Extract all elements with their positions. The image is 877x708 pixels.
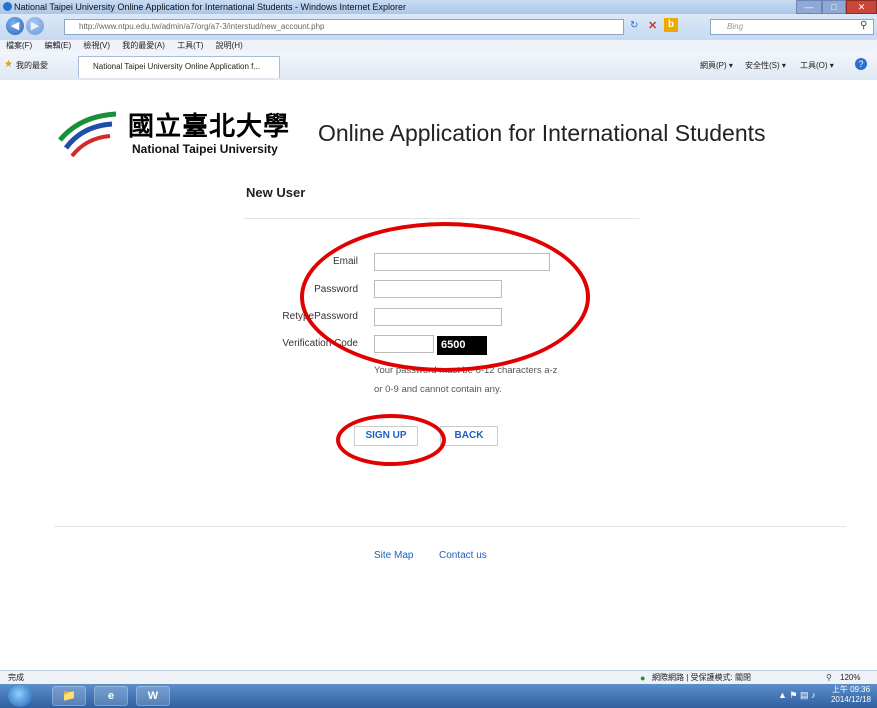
favorites-bar: ★ 我的最愛 National Taipei University Online… — [0, 52, 877, 81]
footer-divider — [54, 526, 846, 527]
internet-explorer-icon[interactable]: e — [94, 686, 128, 706]
clock-time: 上午 09:36 — [831, 685, 871, 694]
bing-logo-icon: b — [664, 18, 678, 32]
close-window-button[interactable]: ✕ — [846, 0, 877, 14]
system-clock[interactable]: 上午 09:36 2014/12/18 — [831, 685, 871, 705]
clock-date: 2014/12/18 — [830, 695, 871, 704]
window-title-bar: National Taipei University Online Applic… — [0, 0, 877, 14]
toolbar-safety-menu[interactable]: 安全性(S) ▾ — [745, 60, 786, 71]
menu-item-help[interactable]: 說明(H) — [216, 41, 243, 50]
menu-bar: 檔案(F) 編輯(E) 檢視(V) 我的最愛(A) 工具(T) 說明(H) — [0, 40, 877, 52]
favorites-star-icon[interactable]: ★ — [4, 59, 13, 70]
refresh-icon[interactable]: ↻ — [630, 20, 638, 31]
menu-item-edit[interactable]: 編輯(E) — [44, 41, 71, 50]
logo-english-name: National Taipei University — [132, 142, 278, 156]
site-map-link[interactable]: Site Map — [374, 550, 413, 561]
toolbar-tools-menu[interactable]: 工具(O) ▾ — [800, 60, 834, 71]
taskbar: 📁 e W ▲ ⚑ ▤ ♪ 上午 09:36 2014/12/18 — [0, 684, 877, 708]
retype-password-field[interactable] — [374, 308, 502, 326]
address-input[interactable]: http://www.ntpu.edu.tw/admin/a7/org/a7-3… — [64, 19, 624, 35]
start-button[interactable] — [8, 685, 32, 707]
favorites-label[interactable]: 我的最愛 — [16, 60, 48, 71]
captcha-image: 6500 — [437, 336, 487, 355]
password-hint-line2: or 0-9 and cannot contain any. — [374, 384, 502, 395]
address-toolbar: ◀ ▶ http://www.ntpu.edu.tw/admin/a7/org/… — [0, 14, 877, 40]
zoom-icon[interactable]: ⚲ — [826, 671, 832, 685]
back-button[interactable]: BACK — [440, 426, 498, 446]
maximize-button[interactable]: □ — [822, 0, 846, 14]
menu-item-view[interactable]: 檢視(V) — [83, 41, 110, 50]
search-input[interactable]: Bing — [710, 19, 874, 35]
sign-up-button[interactable]: SIGN UP — [354, 426, 418, 446]
stop-icon[interactable]: ✕ — [648, 19, 657, 32]
search-icon[interactable]: ⚲ — [860, 20, 867, 31]
section-title: New User — [246, 185, 306, 200]
window-title: National Taipei University Online Applic… — [14, 2, 407, 12]
tray-icons[interactable]: ▲ ⚑ ▤ ♪ — [778, 690, 815, 701]
verification-code-label: Verification Code — [282, 338, 358, 349]
email-label: Email — [332, 256, 358, 267]
file-explorer-icon[interactable]: 📁 — [52, 686, 86, 706]
page-content: 國立臺北大學 National Taipei University Online… — [0, 80, 877, 670]
status-bar: 完成 ● 網際網路 | 受保護模式: 關閉 120% ⚲ — [0, 670, 877, 685]
help-icon[interactable]: ? — [855, 58, 867, 70]
menu-item-file[interactable]: 檔案(F) — [6, 41, 32, 50]
browser-tab[interactable]: National Taipei University Online Applic… — [78, 56, 280, 78]
password-field[interactable] — [374, 280, 502, 298]
university-logo-icon — [58, 111, 117, 158]
status-text: 完成 — [8, 673, 24, 682]
security-zone-text[interactable]: 網際網路 | 受保護模式: 關閉 — [652, 671, 751, 685]
password-hint-line1: Your password must be 6-12 characters a-… — [374, 365, 558, 376]
menu-item-favorites[interactable]: 我的最愛(A) — [122, 41, 165, 50]
globe-icon: ● — [640, 673, 646, 683]
retype-password-label: RetypePassword — [282, 311, 358, 322]
email-field[interactable] — [374, 253, 550, 271]
password-label: Password — [314, 284, 358, 295]
minimize-button[interactable]: — — [796, 0, 822, 14]
word-icon[interactable]: W — [136, 686, 170, 706]
menu-item-tools[interactable]: 工具(T) — [177, 41, 203, 50]
back-nav-icon[interactable]: ◀ — [6, 17, 24, 35]
logo-chinese-name: 國立臺北大學 — [128, 112, 291, 142]
verification-code-field[interactable] — [374, 335, 434, 353]
toolbar-page-menu[interactable]: 網頁(P) ▾ — [700, 60, 733, 71]
page-title: Online Application for International Stu… — [318, 120, 766, 146]
contact-us-link[interactable]: Contact us — [439, 550, 487, 561]
zoom-level[interactable]: 120% — [840, 671, 860, 685]
forward-nav-icon[interactable]: ▶ — [26, 17, 44, 35]
section-divider — [244, 218, 639, 219]
ie-app-icon — [3, 2, 12, 11]
